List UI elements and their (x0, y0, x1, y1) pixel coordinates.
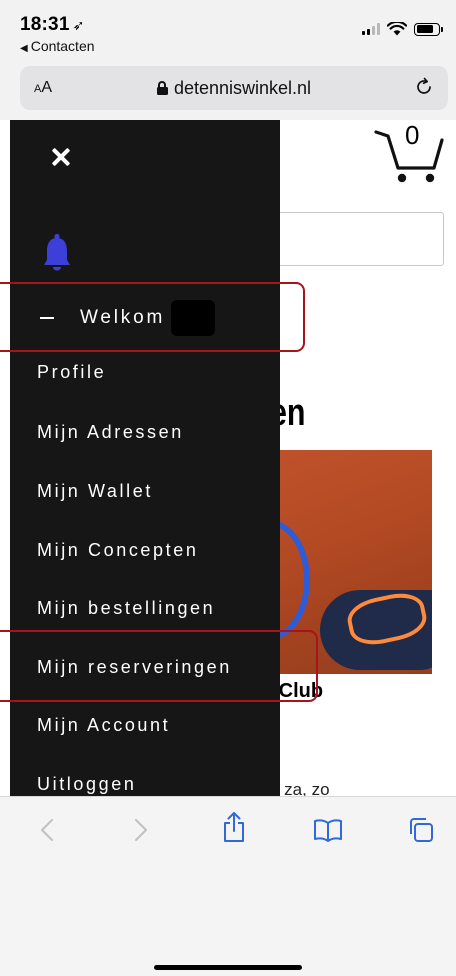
browser-chrome: 18:31 ➶ ◀ Contacten AA detenniswinkel.nl (0, 0, 456, 120)
bookmarks-button[interactable] (313, 815, 343, 845)
status-icons (362, 22, 443, 36)
menu-item-logout[interactable]: Uitloggen (37, 774, 136, 795)
highlight-welcome (0, 282, 305, 352)
home-indicator (154, 965, 302, 970)
reload-icon[interactable] (414, 77, 434, 97)
address-bar[interactable]: AA detenniswinkel.nl (20, 66, 448, 110)
chevron-left-icon (41, 819, 53, 841)
menu-item-account[interactable]: Mijn Account (37, 715, 170, 736)
battery-icon (414, 22, 443, 36)
cart-count: 0 (405, 120, 420, 150)
status-time: 18:31 ➶ (20, 14, 85, 36)
time-text: 18:31 (20, 14, 70, 35)
back-app-label: Contacten (30, 38, 95, 54)
forward-button[interactable] (126, 815, 156, 845)
back-to-app-link[interactable]: ◀ Contacten (20, 38, 95, 54)
close-icon[interactable] (52, 148, 70, 166)
share-icon (224, 812, 244, 842)
tabs-button[interactable] (406, 815, 436, 845)
bell-icon[interactable] (42, 232, 72, 272)
lock-icon (156, 81, 168, 95)
url-text: detenniswinkel.nl (173, 78, 312, 98)
highlight-reservations (0, 630, 318, 702)
menu-item-wallet[interactable]: Mijn Wallet (37, 481, 153, 502)
chevron-right-icon (135, 819, 147, 841)
wifi-icon (387, 22, 407, 36)
back-triangle-icon: ◀ (20, 43, 28, 54)
menu-item-addresses[interactable]: Mijn Adressen (37, 422, 184, 443)
book-icon (314, 819, 342, 842)
menu-item-orders[interactable]: Mijn bestellingen (37, 598, 215, 619)
location-arrow-icon: ➶ (72, 17, 85, 33)
share-button[interactable] (219, 809, 249, 845)
browser-toolbar (0, 796, 456, 976)
back-button[interactable] (32, 815, 62, 845)
tabs-icon (410, 818, 433, 842)
menu-item-concepts[interactable]: Mijn Concepten (37, 540, 198, 561)
url-display[interactable]: detenniswinkel.nl (20, 78, 448, 99)
menu-item-profile[interactable]: Profile (37, 362, 106, 383)
signal-icon (362, 23, 380, 35)
